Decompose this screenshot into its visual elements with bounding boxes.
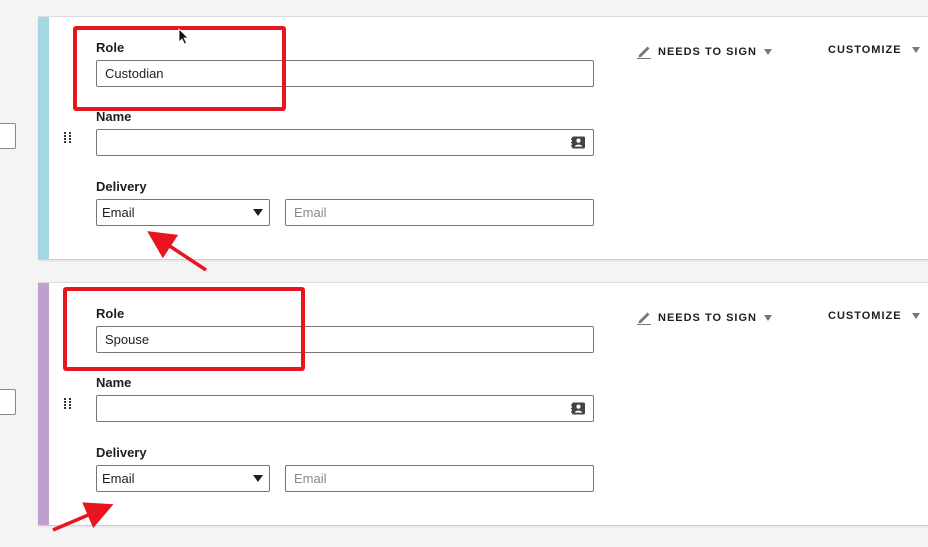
signing-action-dropdown[interactable]: NEEDS TO SIGN [636,44,772,59]
signing-action-label: NEEDS TO SIGN [658,311,757,324]
signing-action-dropdown[interactable]: NEEDS TO SIGN [636,310,772,325]
role-value: Custodian [105,66,164,81]
pen-icon [637,46,651,59]
recipient-card-2: Role Spouse Name Delivery Email Email NE… [38,282,928,526]
caret-down-icon [763,48,772,55]
left-checkbox-stub-1[interactable] [0,123,16,149]
customize-label: CUSTOMIZE [828,310,902,322]
delivery-select[interactable]: Email [96,199,270,226]
caret-down-icon [253,475,263,482]
customize-dropdown[interactable]: CUSTOMIZE [828,310,920,322]
name-input[interactable] [96,129,594,156]
email-input[interactable]: Email [285,199,594,226]
signing-action-label: NEEDS TO SIGN [658,45,757,58]
caret-down-icon [911,47,920,53]
name-label: Name [96,109,132,124]
caret-down-icon [911,313,920,319]
caret-down-icon [253,209,263,216]
email-placeholder: Email [294,205,327,220]
drag-handle-icon[interactable] [64,132,72,146]
delivery-selected-value: Email [102,471,135,486]
customize-dropdown[interactable]: CUSTOMIZE [828,44,920,56]
role-input[interactable]: Custodian [96,60,594,87]
name-input[interactable] [96,395,594,422]
delivery-label: Delivery [96,445,147,460]
role-label: Role [96,40,125,55]
email-input[interactable]: Email [285,465,594,492]
role-label: Role [96,306,125,321]
left-checkbox-stub-2[interactable] [0,389,16,415]
recipient-color-bar [38,283,49,525]
drag-handle-icon[interactable] [64,398,72,412]
delivery-select[interactable]: Email [96,465,270,492]
name-label: Name [96,375,132,390]
pen-icon [637,312,651,325]
caret-down-icon [763,314,772,321]
role-input[interactable]: Spouse [96,326,594,353]
contact-card-icon[interactable] [571,136,586,149]
recipient-card-1: Role Custodian Name Delivery Email Email… [38,16,928,260]
customize-label: CUSTOMIZE [828,44,902,56]
email-placeholder: Email [294,471,327,486]
recipient-color-bar [38,17,49,259]
delivery-selected-value: Email [102,205,135,220]
role-value: Spouse [105,332,150,347]
contact-card-icon[interactable] [571,402,586,415]
delivery-label: Delivery [96,179,147,194]
